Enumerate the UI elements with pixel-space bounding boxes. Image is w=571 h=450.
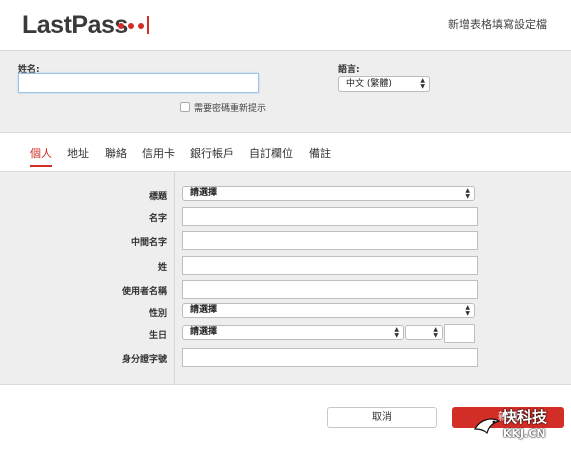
tab-custom-fields[interactable]: 自訂欄位 — [249, 145, 293, 165]
tab-personal[interactable]: 個人 — [30, 145, 52, 167]
title-label: 標題 — [148, 192, 167, 202]
reprompt-label: 需要密碼重新提示 — [194, 103, 267, 114]
watermark-url: KKJ.CN — [503, 427, 546, 440]
birthday-day-select[interactable]: ▲ ▼ — [405, 325, 443, 340]
id-number-label: 身分證字號 — [121, 355, 167, 365]
tab-contact[interactable]: 聯絡 — [105, 145, 127, 165]
username-label: 使用者名稱 — [121, 287, 167, 297]
birthday-month-value: 請選擇 — [190, 327, 218, 337]
select-arrows-icon: ▲ ▼ — [433, 326, 438, 339]
tab-bank-account[interactable]: 銀行帳戶 — [190, 145, 234, 165]
reprompt-checkbox[interactable] — [180, 102, 190, 112]
last-name-label: 姓 — [157, 263, 167, 273]
last-name-input[interactable] — [182, 256, 478, 275]
language-select[interactable]: 中文 (繁體) ▲ ▼ — [338, 76, 430, 92]
select-arrows-icon: ▲ ▼ — [465, 304, 470, 317]
select-arrows-icon: ▲ ▼ — [420, 77, 425, 90]
birthday-year-input[interactable] — [444, 324, 475, 343]
title-select[interactable]: 請選擇 ▲ ▼ — [182, 186, 475, 201]
birthday-month-select[interactable]: 請選擇 ▲ ▼ — [182, 325, 404, 340]
page-title: 新增表格填寫設定檔 — [448, 18, 547, 31]
tab-notes[interactable]: 備註 — [309, 145, 331, 165]
tab-address[interactable]: 地址 — [67, 145, 89, 165]
select-arrows-icon: ▲ ▼ — [465, 187, 470, 200]
middle-name-input[interactable] — [182, 231, 478, 250]
gender-select[interactable]: 請選擇 ▲ ▼ — [182, 303, 475, 318]
form-divider — [174, 172, 175, 384]
first-name-input[interactable] — [182, 207, 478, 226]
watermark-text: 快科技 — [502, 408, 548, 426]
header-bar: LastPass 新增表格填寫設定檔 — [0, 0, 571, 50]
language-label: 語言: — [338, 65, 360, 75]
tab-bar: 個人 地址 聯絡 信用卡 銀行帳戶 自訂欄位 備註 — [0, 132, 571, 172]
profile-name-input[interactable] — [18, 73, 259, 93]
logo-dots-icon — [118, 22, 144, 30]
reprompt-row[interactable]: 需要密碼重新提示 — [180, 101, 267, 114]
watermark: 快科技 KKJ.CN — [470, 403, 569, 447]
lastpass-logo: LastPass — [22, 11, 128, 39]
title-select-value: 請選擇 — [190, 188, 218, 198]
gender-select-value: 請選擇 — [190, 305, 218, 315]
first-name-label: 名字 — [148, 214, 167, 224]
middle-name-label: 中間名字 — [130, 238, 167, 248]
select-arrows-icon: ▲ ▼ — [394, 326, 399, 339]
gender-label: 性別 — [148, 309, 167, 319]
bird-icon — [474, 418, 501, 435]
language-select-value: 中文 (繁體) — [346, 79, 392, 89]
cancel-button[interactable]: 取消 — [327, 407, 437, 428]
id-number-input[interactable] — [182, 348, 478, 367]
tab-credit-card[interactable]: 信用卡 — [142, 145, 175, 165]
username-input[interactable] — [182, 280, 478, 299]
birthday-label: 生日 — [148, 331, 167, 341]
logo-bar-icon — [147, 16, 149, 34]
